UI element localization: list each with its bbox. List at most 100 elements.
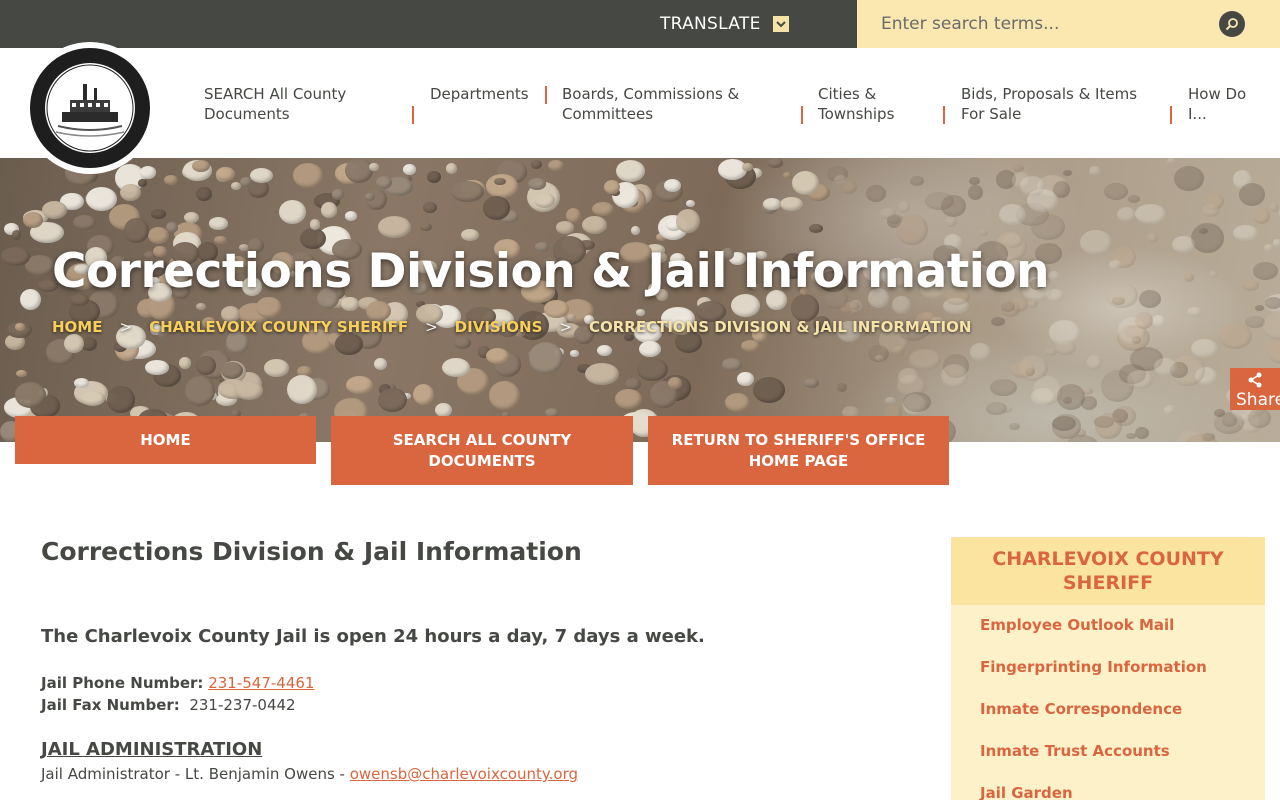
- pebble-shape: [435, 402, 453, 417]
- pebble-shape: [1154, 357, 1178, 376]
- pebble-shape: [1135, 427, 1150, 440]
- sidebar-item-jail-garden[interactable]: Jail Garden: [980, 784, 1073, 800]
- nav-label: Cities & Townships: [818, 85, 895, 123]
- search-button[interactable]: [1219, 11, 1245, 37]
- breadcrumb-separator: >: [119, 318, 133, 336]
- pebble-shape: [147, 227, 169, 245]
- pebble-shape: [639, 341, 661, 358]
- return-sheriff-label: RETURN TO SHERIFF'S OFFICE HOME PAGE: [671, 430, 926, 470]
- nav-item-boards[interactable]: Boards, Commissions & Committees: [562, 84, 762, 124]
- pebble-shape: [1126, 370, 1153, 390]
- pebble-shape: [310, 219, 321, 230]
- pebble-shape: [615, 388, 642, 409]
- pebble-shape: [195, 302, 206, 310]
- pebble-shape: [903, 391, 932, 413]
- pebble-shape: [120, 183, 141, 201]
- page-title: Corrections Division & Jail Information: [52, 244, 1050, 299]
- pebble-shape: [249, 168, 273, 184]
- pebble-shape: [453, 337, 471, 350]
- pebble-shape: [369, 162, 379, 172]
- pebble-shape: [1248, 407, 1271, 429]
- administrator-email-link[interactable]: owensb@charlevoixcounty.org: [350, 765, 578, 783]
- pebble-shape: [461, 229, 479, 241]
- pebble-shape: [741, 340, 761, 353]
- pebble-shape: [441, 357, 470, 377]
- pebble-shape: [969, 176, 980, 186]
- pebble-shape: [74, 378, 89, 388]
- pebble-shape: [635, 309, 646, 316]
- pebble-shape: [1109, 260, 1122, 270]
- sidebar-item-employee-mail[interactable]: Employee Outlook Mail: [980, 616, 1174, 634]
- pebble-shape: [123, 218, 149, 243]
- pebble-shape: [1089, 166, 1101, 177]
- pebble-shape: [1138, 290, 1161, 309]
- pebble-shape: [256, 296, 282, 319]
- pebble-shape: [615, 160, 645, 183]
- search-documents-button[interactable]: SEARCH ALL COUNTY DOCUMENTS: [331, 416, 633, 485]
- pebble-shape: [64, 334, 84, 354]
- home-button[interactable]: HOME: [15, 416, 316, 464]
- translate-dropdown[interactable]: TRANSLATE: [660, 0, 789, 48]
- pebble-shape: [1080, 395, 1097, 410]
- phone-label: Jail Phone Number:: [41, 674, 204, 692]
- pebble-shape: [292, 163, 324, 188]
- pebble-shape: [941, 364, 968, 389]
- sidebar: CHARLEVOIX COUNTY SHERIFF Employee Outlo…: [951, 537, 1265, 800]
- pebble-shape: [378, 388, 408, 413]
- pebble-shape: [529, 342, 563, 374]
- breadcrumb-home[interactable]: HOME: [52, 318, 102, 336]
- administrator-line: Jail Administrator - Lt. Benjamin Owens …: [41, 765, 578, 783]
- nav-item-how-do-i[interactable]: How Do I...: [1188, 84, 1268, 124]
- pebble-shape: [19, 288, 42, 310]
- sidebar-item-inmate-correspondence[interactable]: Inmate Correspondence: [980, 700, 1182, 718]
- pebble-shape: [895, 213, 928, 246]
- pebble-shape: [41, 200, 68, 220]
- pebble-shape: [85, 187, 117, 211]
- county-seal-logo[interactable]: [24, 42, 156, 174]
- pebble-shape: [1117, 207, 1136, 223]
- pebble-shape: [1086, 355, 1103, 370]
- pebble-shape: [989, 378, 1017, 397]
- pebble-shape: [208, 217, 229, 230]
- pebble-shape: [451, 181, 484, 202]
- search-input[interactable]: [881, 8, 1211, 40]
- breadcrumb-sheriff[interactable]: CHARLEVOIX COUNTY SHERIFF: [149, 318, 408, 336]
- breadcrumb-divisions[interactable]: DIVISIONS: [455, 318, 543, 336]
- return-sheriff-button[interactable]: RETURN TO SHERIFF'S OFFICE HOME PAGE: [648, 416, 949, 485]
- nav-label: SEARCH All County Documents: [204, 85, 347, 123]
- pebble-shape: [833, 174, 848, 186]
- pebble-shape: [866, 185, 887, 202]
- sidebar-heading[interactable]: CHARLEVOIX COUNTY SHERIFF: [951, 537, 1265, 605]
- nav-divider: [1170, 106, 1172, 124]
- pebble-shape: [685, 200, 695, 207]
- pebble-shape: [1112, 296, 1125, 306]
- pebble-shape: [1262, 312, 1280, 341]
- pebble-shape: [1245, 315, 1265, 328]
- pebble-shape: [1191, 222, 1225, 254]
- pebble-shape: [375, 176, 392, 189]
- search-documents-label: SEARCH ALL COUNTY DOCUMENTS: [392, 430, 572, 470]
- sidebar-item-fingerprinting[interactable]: Fingerprinting Information: [980, 658, 1207, 676]
- nav-item-cities[interactable]: Cities & Townships: [818, 84, 918, 124]
- pebble-shape: [848, 300, 860, 310]
- nav-item-departments[interactable]: Departments: [430, 84, 540, 104]
- pebble-shape: [403, 164, 417, 175]
- phone-link[interactable]: 231-547-4461: [208, 674, 314, 692]
- nav-item-bids[interactable]: Bids, Proposals & Items For Sale: [961, 84, 1161, 124]
- pebble-shape: [234, 381, 264, 401]
- pebble-shape: [1253, 262, 1279, 280]
- pebble-shape: [216, 166, 235, 181]
- pebble-shape: [1048, 271, 1060, 281]
- pebble-shape: [570, 350, 579, 357]
- fax-value: 231-237-0442: [189, 696, 296, 714]
- pebble-shape: [1094, 413, 1122, 439]
- pebble-shape: [1147, 233, 1159, 244]
- pebble-shape: [836, 382, 848, 392]
- pebble-shape: [885, 397, 897, 405]
- pebble-shape: [14, 381, 47, 408]
- pebble-shape: [165, 221, 178, 233]
- pebble-shape: [1222, 413, 1238, 427]
- share-button[interactable]: Share: [1230, 368, 1280, 410]
- nav-item-search-documents[interactable]: SEARCH All County Documents: [204, 84, 394, 124]
- sidebar-item-inmate-trust[interactable]: Inmate Trust Accounts: [980, 742, 1170, 760]
